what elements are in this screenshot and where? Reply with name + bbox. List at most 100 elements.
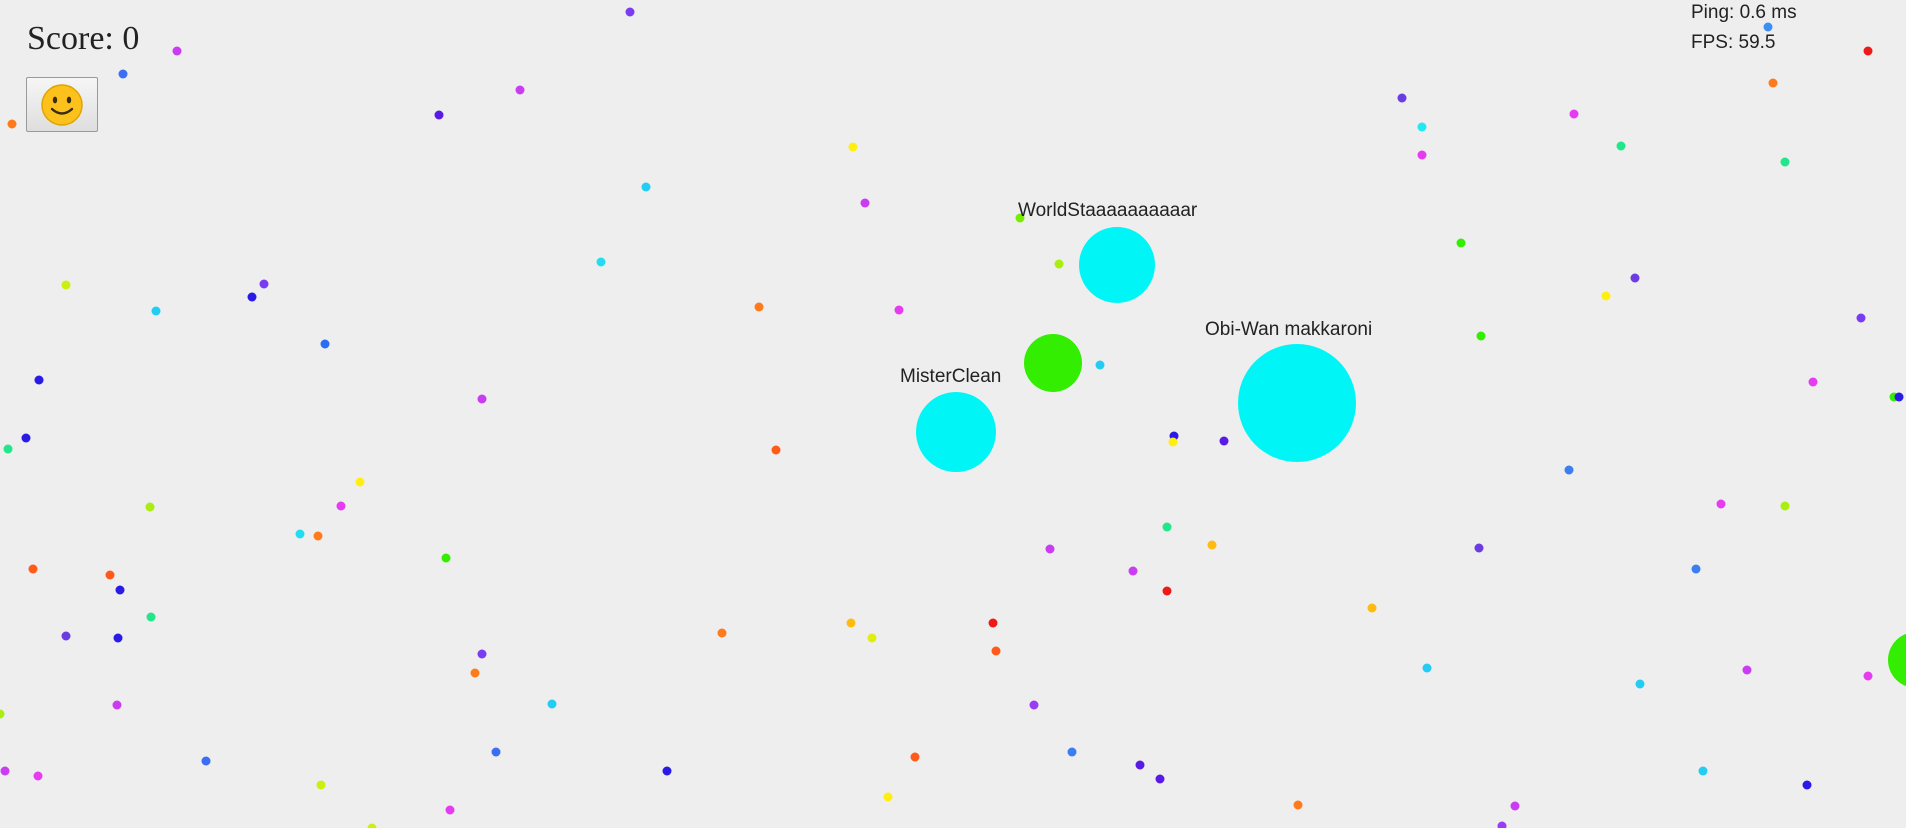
smiley-face-icon bbox=[41, 83, 83, 126]
food-pellet bbox=[1476, 331, 1486, 341]
food-pellet bbox=[717, 628, 727, 638]
food-pellet bbox=[491, 747, 501, 757]
food-pellet bbox=[33, 771, 43, 781]
food-pellet bbox=[445, 805, 455, 815]
food-pellet bbox=[145, 502, 155, 512]
food-pellet bbox=[910, 752, 920, 762]
food-pellet bbox=[477, 394, 487, 404]
food-pellet bbox=[313, 531, 323, 541]
food-pellet bbox=[61, 631, 71, 641]
food-pellet bbox=[146, 612, 156, 622]
food-pellet bbox=[441, 553, 451, 563]
food-pellet bbox=[1095, 360, 1105, 370]
player-cell-misterclean bbox=[916, 392, 996, 472]
fps-label: FPS: 59.5 bbox=[1691, 32, 1776, 53]
food-pellet bbox=[1742, 665, 1752, 675]
food-pellet bbox=[0, 766, 10, 776]
food-pellet bbox=[991, 646, 1001, 656]
food-pellet bbox=[28, 564, 38, 574]
food-pellet bbox=[1155, 774, 1165, 784]
food-pellet bbox=[105, 570, 115, 580]
food-pellet bbox=[0, 709, 5, 719]
food-pellet bbox=[547, 699, 557, 709]
food-pellet bbox=[434, 110, 444, 120]
food-pellet bbox=[1780, 501, 1790, 511]
food-pellet bbox=[1691, 564, 1701, 574]
food-pellet bbox=[848, 142, 858, 152]
food-pellet bbox=[883, 792, 893, 802]
food-pellet bbox=[771, 445, 781, 455]
game-arena[interactable] bbox=[0, 0, 1906, 828]
food-pellet bbox=[1207, 540, 1217, 550]
player-name-worldstaaaaaaaaaar: WorldStaaaaaaaaaar bbox=[1018, 200, 1198, 221]
food-pellet bbox=[3, 444, 13, 454]
emoji-button[interactable] bbox=[26, 77, 98, 132]
food-pellet bbox=[1162, 586, 1172, 596]
food-pellet bbox=[860, 198, 870, 208]
food-pellet bbox=[515, 85, 525, 95]
food-pellet bbox=[1808, 377, 1818, 387]
food-pellet bbox=[846, 618, 856, 628]
food-pellet bbox=[1168, 437, 1178, 447]
food-pellet bbox=[988, 618, 998, 628]
food-pellet bbox=[21, 433, 31, 443]
food-pellet bbox=[34, 375, 44, 385]
food-pellet bbox=[1564, 465, 1574, 475]
food-pellet bbox=[1780, 157, 1790, 167]
food-pellet bbox=[1367, 603, 1377, 613]
food-pellet bbox=[112, 700, 122, 710]
food-pellet bbox=[1135, 760, 1145, 770]
network-stats: Ping: 0.6 ms FPS: 59.5 bbox=[1691, 0, 1797, 58]
player-cell-obi-wan-makkaroni bbox=[1238, 344, 1356, 462]
food-pellet bbox=[115, 585, 125, 595]
food-pellet bbox=[1716, 499, 1726, 509]
food-pellet bbox=[1162, 522, 1172, 532]
food-pellet bbox=[1635, 679, 1645, 689]
green-cell bbox=[1024, 334, 1082, 392]
food-pellet bbox=[1054, 259, 1064, 269]
food-pellet bbox=[1768, 78, 1778, 88]
food-pellet bbox=[1219, 436, 1229, 446]
green-cell-edge bbox=[1888, 633, 1906, 687]
food-pellet bbox=[1863, 46, 1873, 56]
food-pellet bbox=[367, 823, 377, 828]
food-pellet bbox=[596, 257, 606, 267]
food-pellet bbox=[1698, 766, 1708, 776]
player-cell-worldstaaaaaaaaaar bbox=[1079, 227, 1155, 303]
food-pellet bbox=[1128, 566, 1138, 576]
food-pellet bbox=[1569, 109, 1579, 119]
food-pellet bbox=[201, 756, 211, 766]
food-pellet bbox=[61, 280, 71, 290]
food-pellet bbox=[1397, 93, 1407, 103]
food-pellet bbox=[1045, 544, 1055, 554]
food-pellet bbox=[867, 633, 877, 643]
food-pellet bbox=[1293, 800, 1303, 810]
food-pellet bbox=[1422, 663, 1432, 673]
food-pellet bbox=[641, 182, 651, 192]
food-pellet bbox=[470, 668, 480, 678]
food-pellet bbox=[625, 7, 635, 17]
food-pellet bbox=[894, 305, 904, 315]
food-pellet bbox=[320, 339, 330, 349]
food-pellet bbox=[1497, 821, 1507, 828]
food-pellet bbox=[247, 292, 257, 302]
food-pellet bbox=[1510, 801, 1520, 811]
food-pellet bbox=[1601, 291, 1611, 301]
food-pellet bbox=[1029, 700, 1039, 710]
food-pellet bbox=[1863, 671, 1873, 681]
food-pellet bbox=[1417, 122, 1427, 132]
food-pellet bbox=[1802, 780, 1812, 790]
food-pellet bbox=[336, 501, 346, 511]
food-pellet bbox=[1856, 313, 1866, 323]
food-pellet bbox=[113, 633, 123, 643]
food-pellet bbox=[1474, 543, 1484, 553]
food-pellet bbox=[754, 302, 764, 312]
ping-label: Ping: 0.6 ms bbox=[1691, 2, 1797, 23]
food-pellet bbox=[259, 279, 269, 289]
food-pellet bbox=[118, 69, 128, 79]
food-pellet bbox=[662, 766, 672, 776]
food-pellet bbox=[295, 529, 305, 539]
food-pellet bbox=[1417, 150, 1427, 160]
score-label: Score: 0 bbox=[27, 20, 140, 57]
food-pellet bbox=[477, 649, 487, 659]
